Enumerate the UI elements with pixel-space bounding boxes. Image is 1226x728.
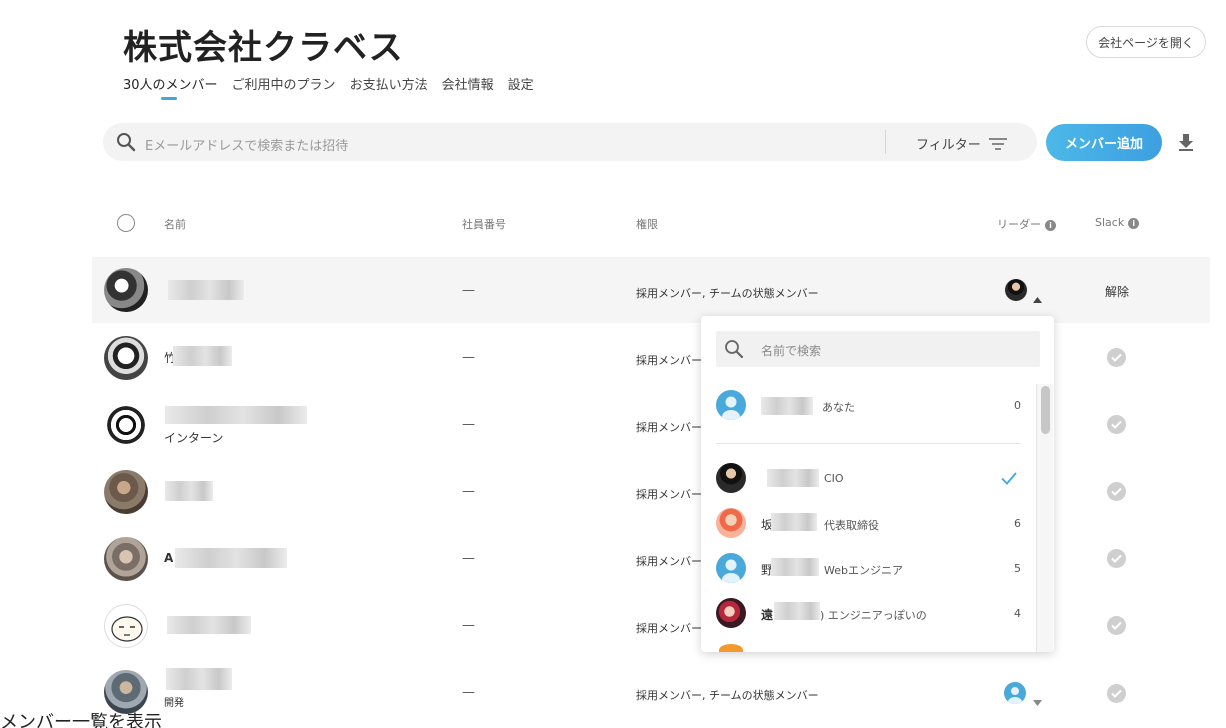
permission: 採用メンバー <box>636 354 702 367</box>
header-leader[interactable]: リーダー i <box>997 216 1056 232</box>
employee-no: — <box>462 350 475 365</box>
header-leader-label: リーダー <box>997 218 1041 231</box>
member-name-blurred <box>761 397 813 415</box>
leader-option-self[interactable] <box>701 390 1035 432</box>
member-name-blurred <box>168 280 244 300</box>
open-company-page-button[interactable]: 会社ページを開く <box>1086 26 1206 58</box>
header-permission[interactable]: 権限 <box>636 216 658 232</box>
member-name-initial: A <box>164 551 174 565</box>
add-member-button[interactable]: メンバー追加 <box>1046 124 1162 161</box>
permission: 採用メンバー, チームの状態メンバー <box>636 287 819 300</box>
member-subtitle: インターン <box>164 431 224 445</box>
member-name-blurred <box>175 548 287 568</box>
avatar <box>104 537 148 581</box>
select-all-checkbox[interactable] <box>117 214 135 232</box>
search-placeholder: Eメールアドレスで検索または招待 <box>145 139 349 154</box>
slack-linked-check-icon <box>1107 616 1126 635</box>
member-name-blurred <box>173 346 232 366</box>
member-name-blurred <box>771 558 819 576</box>
tab-bar: 30人のメンバー ご利用中のプラン お支払い方法 会社情報 設定 <box>123 74 534 93</box>
filter-icon <box>988 137 1007 150</box>
company-title: 株式会社クラベス <box>123 28 404 68</box>
slack-linked-check-icon <box>1107 348 1126 367</box>
divider <box>716 443 1021 444</box>
avatar <box>104 268 148 312</box>
employee-no: — <box>462 484 475 499</box>
avatar <box>716 598 746 628</box>
slack-linked-check-icon <box>1107 482 1126 501</box>
member-role-text: エンジニアっぽいの <box>827 609 927 622</box>
leader-option[interactable] <box>701 461 1035 497</box>
permission: 採用メンバー <box>636 622 702 635</box>
avatar <box>104 336 148 380</box>
search-icon <box>724 339 744 363</box>
member-name-blurred <box>771 513 817 531</box>
search-icon <box>116 132 136 156</box>
member-name-blurred <box>166 668 232 690</box>
header-employee-no[interactable]: 社員番号 <box>462 216 506 232</box>
info-icon[interactable]: i <box>1045 219 1056 231</box>
scrollbar-thumb[interactable] <box>1041 386 1050 434</box>
download-icon[interactable] <box>1178 133 1194 155</box>
member-count: 4 <box>1014 607 1021 620</box>
slack-unlink-link[interactable]: 解除 <box>1105 283 1129 300</box>
filter-label: フィルター <box>916 138 981 153</box>
member-name-initial: 遠 <box>761 608 774 622</box>
member-name-blurred <box>167 616 251 634</box>
caret-up-icon[interactable] <box>1033 288 1042 307</box>
employee-no: — <box>462 551 475 566</box>
member-count: 6 <box>1014 517 1021 530</box>
member-role: ) エンジニアっぽいの <box>820 609 927 622</box>
avatar <box>104 604 148 648</box>
member-role: Webエンジニア <box>824 564 903 577</box>
employee-no: — <box>462 618 475 633</box>
search-divider <box>885 130 886 154</box>
avatar <box>104 470 148 514</box>
active-tab-indicator <box>161 97 177 100</box>
leader-avatar[interactable] <box>1004 682 1026 704</box>
header-slack[interactable]: Slack i <box>1095 216 1140 229</box>
filter-button[interactable]: フィルター <box>916 134 1007 153</box>
avatar <box>716 463 746 493</box>
employee-no: — <box>462 685 475 700</box>
leader-search-placeholder: 名前で検索 <box>761 344 822 358</box>
info-icon[interactable]: i <box>1128 217 1140 229</box>
member-count: 5 <box>1014 562 1021 575</box>
member-subtitle: 開発 <box>164 698 184 709</box>
self-tag: あなた <box>822 401 855 414</box>
check-icon <box>1001 470 1017 489</box>
avatar <box>716 390 746 420</box>
leader-avatar[interactable] <box>1005 279 1027 301</box>
employee-no: — <box>462 283 475 298</box>
tab-company-info[interactable]: 会社情報 <box>442 74 494 93</box>
member-name-blurred <box>165 481 213 501</box>
slack-linked-check-icon <box>1107 415 1126 434</box>
caret-down-icon[interactable] <box>1033 691 1042 710</box>
member-name-blurred <box>165 406 307 424</box>
permission: 採用メンバー, チームの状態メンバー <box>636 689 819 702</box>
avatar <box>716 553 746 583</box>
member-count: 0 <box>1014 399 1021 412</box>
member-role: 代表取締役 <box>824 519 879 532</box>
tab-settings[interactable]: 設定 <box>508 74 534 93</box>
avatar <box>719 644 743 652</box>
footer-status-text: メンバー一覧を表示 <box>0 712 162 728</box>
tab-plan[interactable]: ご利用中のプラン <box>232 74 336 93</box>
employee-no: — <box>462 417 475 432</box>
leader-dropdown: 名前で検索 あなた 0 CIO 坂 代表取締役 6 野 Webエンジニア 5 遠… <box>701 316 1054 652</box>
slack-linked-check-icon <box>1107 549 1126 568</box>
permission: 採用メンバー <box>636 488 702 501</box>
tab-members[interactable]: 30人のメンバー <box>123 74 218 93</box>
avatar <box>104 403 148 447</box>
member-name-blurred <box>767 469 819 487</box>
member-role: CIO <box>824 472 844 485</box>
permission: 採用メンバー <box>636 555 702 568</box>
avatar <box>716 508 746 538</box>
slack-linked-check-icon <box>1107 684 1126 703</box>
member-name-blurred <box>774 602 820 620</box>
header-name[interactable]: 名前 <box>164 216 186 232</box>
tab-payment[interactable]: お支払い方法 <box>350 74 428 93</box>
header-slack-label: Slack <box>1095 216 1125 229</box>
permission: 採用メンバー <box>636 421 702 434</box>
